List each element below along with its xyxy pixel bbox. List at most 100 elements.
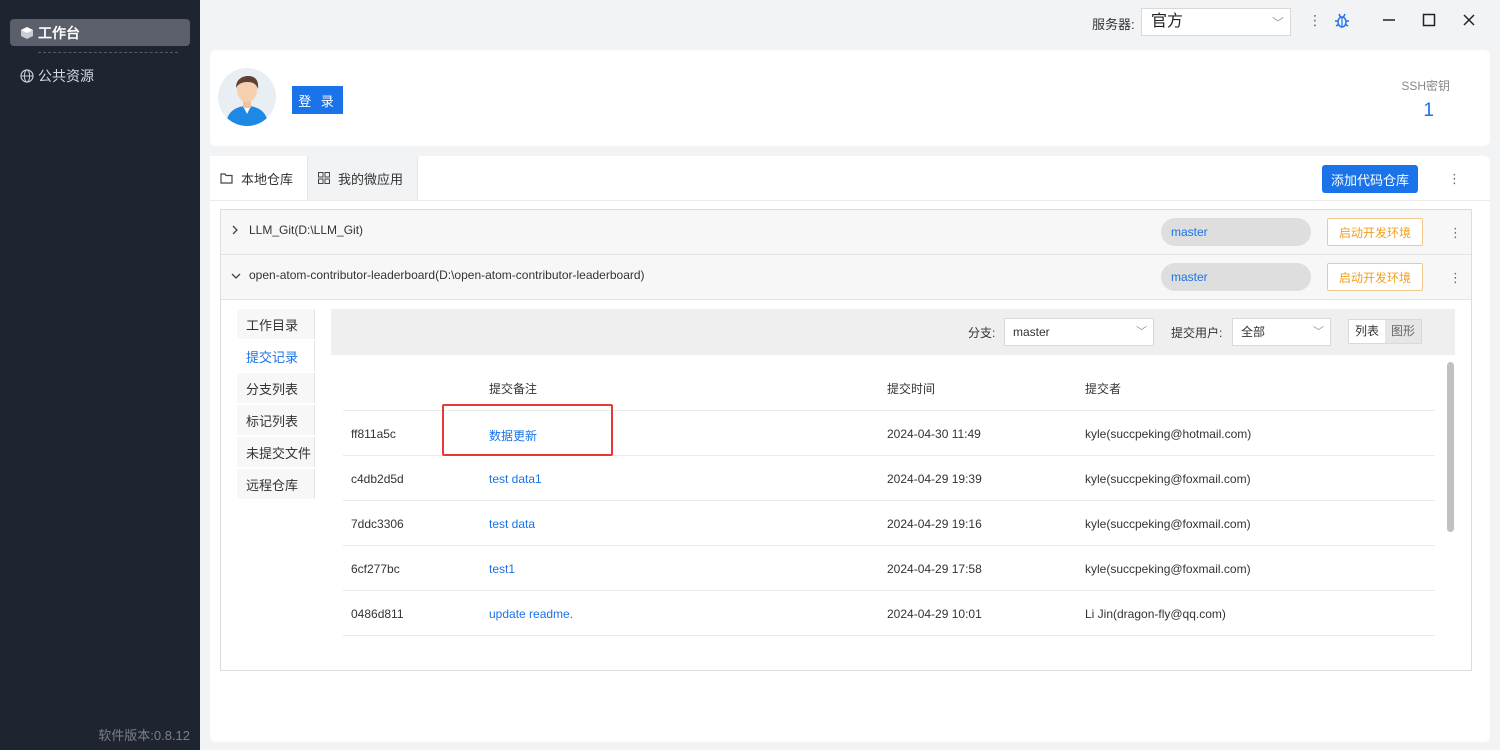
tab-label: 本地仓库 <box>241 171 294 187</box>
avatar <box>218 68 276 126</box>
table-row[interactable]: ff811a5c 数据更新 2024-04-30 11:49 kyle(succ… <box>343 411 1435 456</box>
chevron-down-icon[interactable] <box>231 269 241 283</box>
sidebar: 工作台 公共资源 软件版本:0.8.12 <box>0 0 200 750</box>
repo-name: open-atom-contributor-leaderboard(D:\ope… <box>249 268 645 282</box>
grid-icon <box>318 172 330 184</box>
top-bar: 服务器: 官方 ﹀ ⋮ <box>200 0 1500 42</box>
ssh-key-label: SSH密钥 <box>1401 79 1450 93</box>
chevron-right-icon[interactable] <box>231 224 239 238</box>
branch-badge[interactable]: master <box>1161 218 1311 246</box>
ssh-key-count[interactable]: 1 <box>1423 100 1434 122</box>
view-toggle: 列表 图形 <box>1348 319 1423 344</box>
table-row[interactable]: c4db2d5d test data1 2024-04-29 19:39 kyl… <box>343 456 1435 501</box>
tab-my-micro-apps[interactable]: 我的微应用 <box>307 156 418 200</box>
maximize-icon <box>1422 13 1436 27</box>
commit-message[interactable]: update readme. <box>489 607 573 621</box>
tabs-divider <box>210 200 1490 201</box>
more-vertical-icon[interactable]: ⋮ <box>1449 270 1462 286</box>
commit-time: 2024-04-29 19:39 <box>887 472 982 486</box>
login-button[interactable]: 登 录 <box>292 86 343 114</box>
branch-filter-label: 分支: <box>968 326 996 340</box>
commit-hash: 0486d811 <box>351 607 404 621</box>
start-dev-env-button[interactable]: 启动开发环境 <box>1327 218 1423 246</box>
nav-tag-list[interactable]: 标记列表 <box>237 405 315 435</box>
nav-uncommitted-files[interactable]: 未提交文件 <box>237 437 315 467</box>
commit-message[interactable]: test1 <box>489 562 515 576</box>
user-filter-value: 全部 <box>1241 325 1266 339</box>
repo-detail-nav: 工作目录 提交记录 分支列表 标记列表 未提交文件 远程仓库 <box>237 309 315 501</box>
sidebar-item-label: 工作台 <box>38 24 80 41</box>
table-row[interactable]: 7ddc3306 test data 2024-04-29 19:16 kyle… <box>343 501 1435 546</box>
branch-badge[interactable]: master <box>1161 263 1311 291</box>
repo-row[interactable]: open-atom-contributor-leaderboard(D:\ope… <box>221 255 1471 300</box>
chevron-down-icon: ﹀ <box>1136 326 1147 338</box>
repo-name: LLM_Git(D:\LLM_Git) <box>249 223 364 237</box>
sidebar-divider <box>38 52 178 53</box>
column-header-author: 提交者 <box>1085 382 1122 396</box>
commit-time: 2024-04-29 17:58 <box>887 562 982 576</box>
minimize-icon <box>1383 19 1395 21</box>
commit-hash: 7ddc3306 <box>351 517 404 531</box>
commit-hash: 6cf277bc <box>351 562 400 576</box>
bug-icon[interactable] <box>1333 12 1351 35</box>
more-vertical-icon[interactable]: ⋮ <box>1449 225 1462 241</box>
close-button[interactable] <box>1459 10 1479 30</box>
chevron-down-icon: ﹀ <box>1271 16 1284 30</box>
repo-list: LLM_Git(D:\LLM_Git) master 启动开发环境 ⋮ open… <box>220 209 1472 671</box>
server-value: 官方 <box>1151 13 1184 30</box>
repository-panel: 本地仓库 我的微应用 添加代码仓库 ⋮ LLM_Git(D:\LLM_Git) … <box>210 156 1490 742</box>
column-header-message: 提交备注 <box>489 382 538 396</box>
commit-author: kyle(succpeking@foxmail.com) <box>1085 472 1251 486</box>
user-filter-label: 提交用户: <box>1171 326 1223 340</box>
commit-hash: c4db2d5d <box>351 472 404 486</box>
sidebar-item-public-resources[interactable]: 公共资源 <box>10 62 190 89</box>
start-dev-env-button[interactable]: 启动开发环境 <box>1327 263 1423 291</box>
commit-author: kyle(succpeking@foxmail.com) <box>1085 562 1251 576</box>
view-graph-button[interactable]: 图形 <box>1385 320 1422 343</box>
nav-branch-list[interactable]: 分支列表 <box>237 373 315 403</box>
folder-icon <box>220 173 233 184</box>
nav-remote-repos[interactable]: 远程仓库 <box>237 469 315 499</box>
globe-icon <box>20 68 34 83</box>
commit-message[interactable]: test data1 <box>489 472 542 486</box>
server-label: 服务器: <box>1092 17 1135 32</box>
nav-commit-history[interactable]: 提交记录 <box>237 341 315 371</box>
add-repo-button[interactable]: 添加代码仓库 <box>1322 165 1418 193</box>
commit-time: 2024-04-30 11:49 <box>887 427 981 441</box>
commit-time: 2024-04-29 19:16 <box>887 517 982 531</box>
table-row[interactable]: 6cf277bc test1 2024-04-29 17:58 kyle(suc… <box>343 546 1435 591</box>
user-filter-select[interactable]: 全部 ﹀ <box>1232 318 1331 346</box>
branch-filter-value: master <box>1013 325 1050 339</box>
software-version: 软件版本:0.8.12 <box>98 728 190 743</box>
commit-hash: ff811a5c <box>351 427 396 441</box>
server-select[interactable]: 官方 ﹀ <box>1141 8 1291 36</box>
tab-local-repos[interactable]: 本地仓库 <box>210 156 306 200</box>
close-icon <box>1463 14 1475 26</box>
commit-table: 提交备注 提交时间 提交者 ff811a5c 数据更新 2024-04-30 1… <box>331 355 1455 662</box>
commit-author: kyle(succpeking@hotmail.com) <box>1085 427 1252 441</box>
table-scrollbar[interactable] <box>1447 362 1454 532</box>
more-vertical-icon[interactable]: ⋮ <box>1448 171 1461 187</box>
column-header-time: 提交时间 <box>887 382 936 396</box>
commit-time: 2024-04-29 10:01 <box>887 607 982 621</box>
commit-filter-bar: 分支: master ﹀ 提交用户: 全部 ﹀ 列表 图形 <box>331 309 1455 355</box>
repo-row[interactable]: LLM_Git(D:\LLM_Git) master 启动开发环境 ⋮ <box>221 210 1471 255</box>
commit-author: Li Jin(dragon-fly@qq.com) <box>1085 607 1226 621</box>
sidebar-item-workbench[interactable]: 工作台 <box>10 19 190 46</box>
maximize-button[interactable] <box>1419 10 1439 30</box>
table-header: 提交备注 提交时间 提交者 <box>343 355 1435 411</box>
more-vertical-icon[interactable]: ⋮ <box>1308 12 1322 29</box>
sidebar-item-label: 公共资源 <box>38 67 94 84</box>
commit-message[interactable]: 数据更新 <box>489 427 537 444</box>
profile-card: 登 录 SSH密钥 1 <box>210 50 1490 146</box>
cube-icon <box>21 26 33 39</box>
commit-message[interactable]: test data <box>489 517 535 531</box>
tab-label: 我的微应用 <box>338 171 404 187</box>
chevron-down-icon: ﹀ <box>1313 326 1324 338</box>
view-list-button[interactable]: 列表 <box>1349 320 1386 343</box>
nav-working-directory[interactable]: 工作目录 <box>237 309 315 339</box>
commit-author: kyle(succpeking@foxmail.com) <box>1085 517 1251 531</box>
minimize-button[interactable] <box>1379 10 1399 30</box>
table-row[interactable]: 0486d811 update readme. 2024-04-29 10:01… <box>343 591 1435 636</box>
branch-filter-select[interactable]: master ﹀ <box>1004 318 1154 346</box>
